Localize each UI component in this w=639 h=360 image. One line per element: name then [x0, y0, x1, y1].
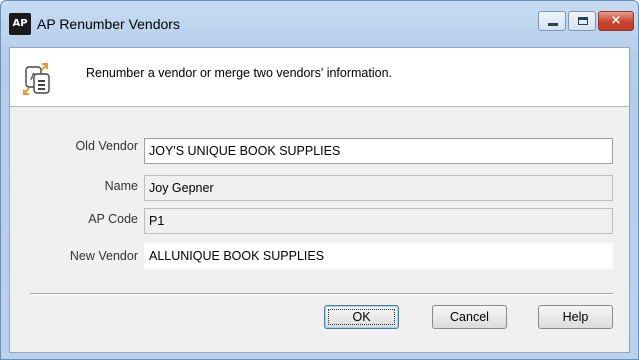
- button-divider: [30, 293, 613, 295]
- dialog-body: A Renumber a vendor or merge two vendors…: [9, 47, 630, 353]
- renumber-vendors-icon: A: [23, 63, 50, 95]
- help-button-label: Help: [562, 310, 589, 324]
- header-band: A Renumber a vendor or merge two vendors…: [10, 48, 629, 106]
- focus-rectangle: [328, 309, 395, 325]
- header-divider: [10, 106, 629, 107]
- minimize-icon: [548, 23, 558, 26]
- app-icon: AP: [9, 13, 31, 35]
- close-icon: ×: [610, 13, 622, 28]
- cancel-button-label: Cancel: [450, 310, 489, 324]
- name-label: Name: [104, 179, 138, 193]
- help-button[interactable]: Help: [538, 305, 613, 329]
- dialog-window: AP AP Renumber Vendors × A: [0, 0, 639, 360]
- dialog-description: Renumber a vendor or merge two vendors' …: [86, 66, 393, 80]
- close-button[interactable]: ×: [598, 11, 634, 31]
- title-bar[interactable]: AP AP Renumber Vendors ×: [1, 1, 638, 47]
- maximize-icon: [578, 17, 588, 25]
- old-vendor-label: Old Vendor: [75, 139, 138, 153]
- maximize-button[interactable]: [568, 11, 596, 31]
- new-vendor-label: New Vendor: [69, 249, 138, 263]
- minimize-button[interactable]: [538, 11, 566, 31]
- ap-code-label: AP Code: [88, 212, 138, 226]
- new-vendor-field[interactable]: ALLUNIQUE BOOK SUPPLIES: [144, 243, 613, 269]
- old-vendor-field[interactable]: JOY'S UNIQUE BOOK SUPPLIES: [144, 138, 613, 164]
- name-field: Joy Gepner: [144, 175, 613, 201]
- cancel-button[interactable]: Cancel: [432, 305, 507, 329]
- ok-button[interactable]: OK: [324, 305, 399, 329]
- ap-code-field: P1: [144, 208, 613, 234]
- window-title: AP Renumber Vendors: [37, 16, 180, 32]
